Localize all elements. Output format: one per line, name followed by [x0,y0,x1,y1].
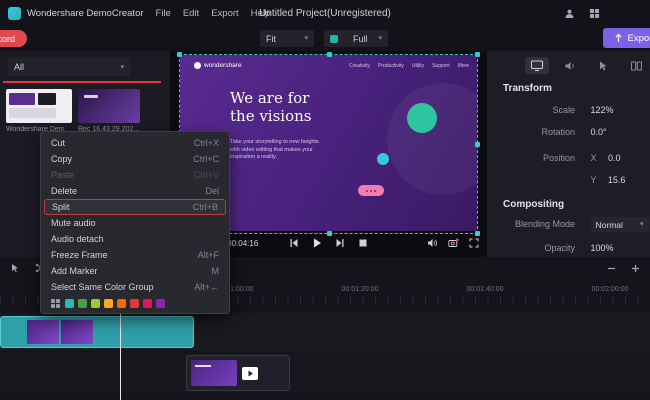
site-logo-icon [194,62,201,69]
menu-file[interactable]: File [156,8,171,19]
menu-help[interactable]: Help [251,8,271,19]
clip-play-badge [242,367,258,380]
layout-grid-icon[interactable] [589,8,600,19]
stop-button[interactable] [358,238,368,248]
play-button[interactable] [312,238,322,248]
decor-teal-circle [377,153,389,165]
color-swatch[interactable] [130,299,139,308]
rotation-row: Rotation 0.0° [487,127,650,137]
ruler-timestamp: 00:01:40:00 [457,286,513,293]
chevron-down-icon: ▾ [304,35,308,42]
library-item[interactable]: Rec 16.43.29.202... [78,89,140,133]
tab-cursor-effects[interactable] [591,57,615,74]
media-thumbnail [78,89,140,123]
inspector-tabs [525,57,648,74]
context-menu-item-paste: Paste Ctrl+V [41,167,229,183]
context-menu-item-cut[interactable]: Cut Ctrl+X [41,135,229,151]
tab-audio-properties[interactable] [558,57,582,74]
timeline-track-2 [0,353,650,393]
context-menu-item-split[interactable]: Split Ctrl+B [44,199,226,215]
context-menu-item-freeze-frame[interactable]: Freeze Frame Alt+F [41,247,229,263]
position-x-value[interactable]: 0.0 [608,153,621,163]
color-grid-icon[interactable] [51,299,60,308]
color-swatch[interactable] [91,299,100,308]
decor-pill [358,185,384,196]
site-nav-links: Creativity Productivity Utility Support … [349,63,469,69]
toolbar: Record Fit▾ Full▾ Export [0,26,650,52]
app-logo-icon [8,7,21,20]
snapshot-camera-icon[interactable] [448,238,459,248]
color-group-row [41,295,229,310]
decor-circle [387,83,477,195]
position-x-row: Position X 0.0 [487,153,650,163]
clip-thumbnail [191,360,237,386]
position-y-value[interactable]: 15.6 [608,175,626,185]
chevron-down-icon: ▾ [120,64,124,71]
inspector-panel: Transform Scale 122% Rotation 0.0° Posit… [487,51,650,257]
clip-filmstrip [27,320,93,344]
app-window: Wondershare DemoCreator File Edit Export… [0,0,650,400]
color-swatch[interactable] [156,299,165,308]
menu-edit[interactable]: Edit [183,8,199,19]
scale-value[interactable]: 122% [591,105,614,115]
zoom-out-icon[interactable] [607,264,616,273]
tab-video-properties[interactable] [525,57,549,74]
position-y-row: Y 15.6 [487,175,650,185]
full-dropdown[interactable]: Full▾ [324,30,388,47]
opacity-value[interactable]: 100% [591,243,614,253]
ruler-timestamp: 00:02:00:00 [582,286,638,293]
color-chip [330,35,338,43]
decor-green-circle [407,103,437,133]
chevron-down-icon: ▾ [640,221,644,228]
color-swatch[interactable] [117,299,126,308]
site-brand: wondershare [194,62,242,69]
select-tool-icon[interactable] [10,263,20,273]
chevron-down-icon: ▾ [378,35,382,42]
context-menu-item-audio-detach[interactable]: Audio detach [41,231,229,247]
site-navbar: wondershare Creativity Productivity Util… [194,62,469,69]
color-swatch[interactable] [65,299,74,308]
blending-mode-row: Blending Mode Normal ▾ [487,217,650,232]
video-clip[interactable] [0,316,194,348]
fit-dropdown[interactable]: Fit▾ [260,30,314,47]
zoom-in-icon[interactable] [631,264,640,273]
opacity-row: Opacity 100% [487,243,650,253]
context-menu-item-delete[interactable]: Delete Del [41,183,229,199]
color-swatch[interactable] [104,299,113,308]
context-menu-item-mute-audio[interactable]: Mute audio [41,215,229,231]
app-name: Wondershare DemoCreator [27,8,144,19]
rotation-value[interactable]: 0.0° [591,127,607,137]
compositing-section-title: Compositing [503,199,564,210]
user-icon[interactable] [564,8,575,19]
site-subtext: Take your storytelling to new heights wi… [230,139,319,162]
color-swatch[interactable] [78,299,87,308]
volume-icon[interactable] [427,238,438,248]
clip-context-menu: Cut Ctrl+X Copy Ctrl+C Paste Ctrl+V Dele… [40,131,230,314]
context-menu-item-add-marker[interactable]: Add Marker M [41,263,229,279]
context-menu-item-copy[interactable]: Copy Ctrl+C [41,151,229,167]
titlebar: Wondershare DemoCreator File Edit Export… [0,0,650,26]
library-filter-dropdown[interactable]: All▾ [8,58,130,76]
export-arrow-icon [614,33,623,43]
site-headline: We are for the visions [230,89,312,125]
drop-indicator-line [3,81,161,83]
transform-section-title: Transform [503,83,552,94]
next-frame-button[interactable] [335,238,345,248]
context-menu-item-select-same-color-group[interactable]: Select Same Color Group Alt+← [41,279,229,295]
fullscreen-icon[interactable] [469,238,479,248]
menu-export[interactable]: Export [211,8,238,19]
media-thumbnail [6,89,72,123]
scale-row: Scale 122% [487,105,650,115]
export-button[interactable]: Export [603,28,650,48]
library-item[interactable]: Wondershare Dem [6,89,72,133]
overlay-clip[interactable] [186,355,290,391]
previous-frame-button[interactable] [289,238,299,248]
color-swatch[interactable] [143,299,152,308]
ruler-timestamp: 00:01:20:00 [332,286,388,293]
blending-mode-dropdown[interactable]: Normal ▾ [591,217,649,232]
tab-screen-layout[interactable] [624,57,648,74]
record-button[interactable]: Record [0,30,27,47]
